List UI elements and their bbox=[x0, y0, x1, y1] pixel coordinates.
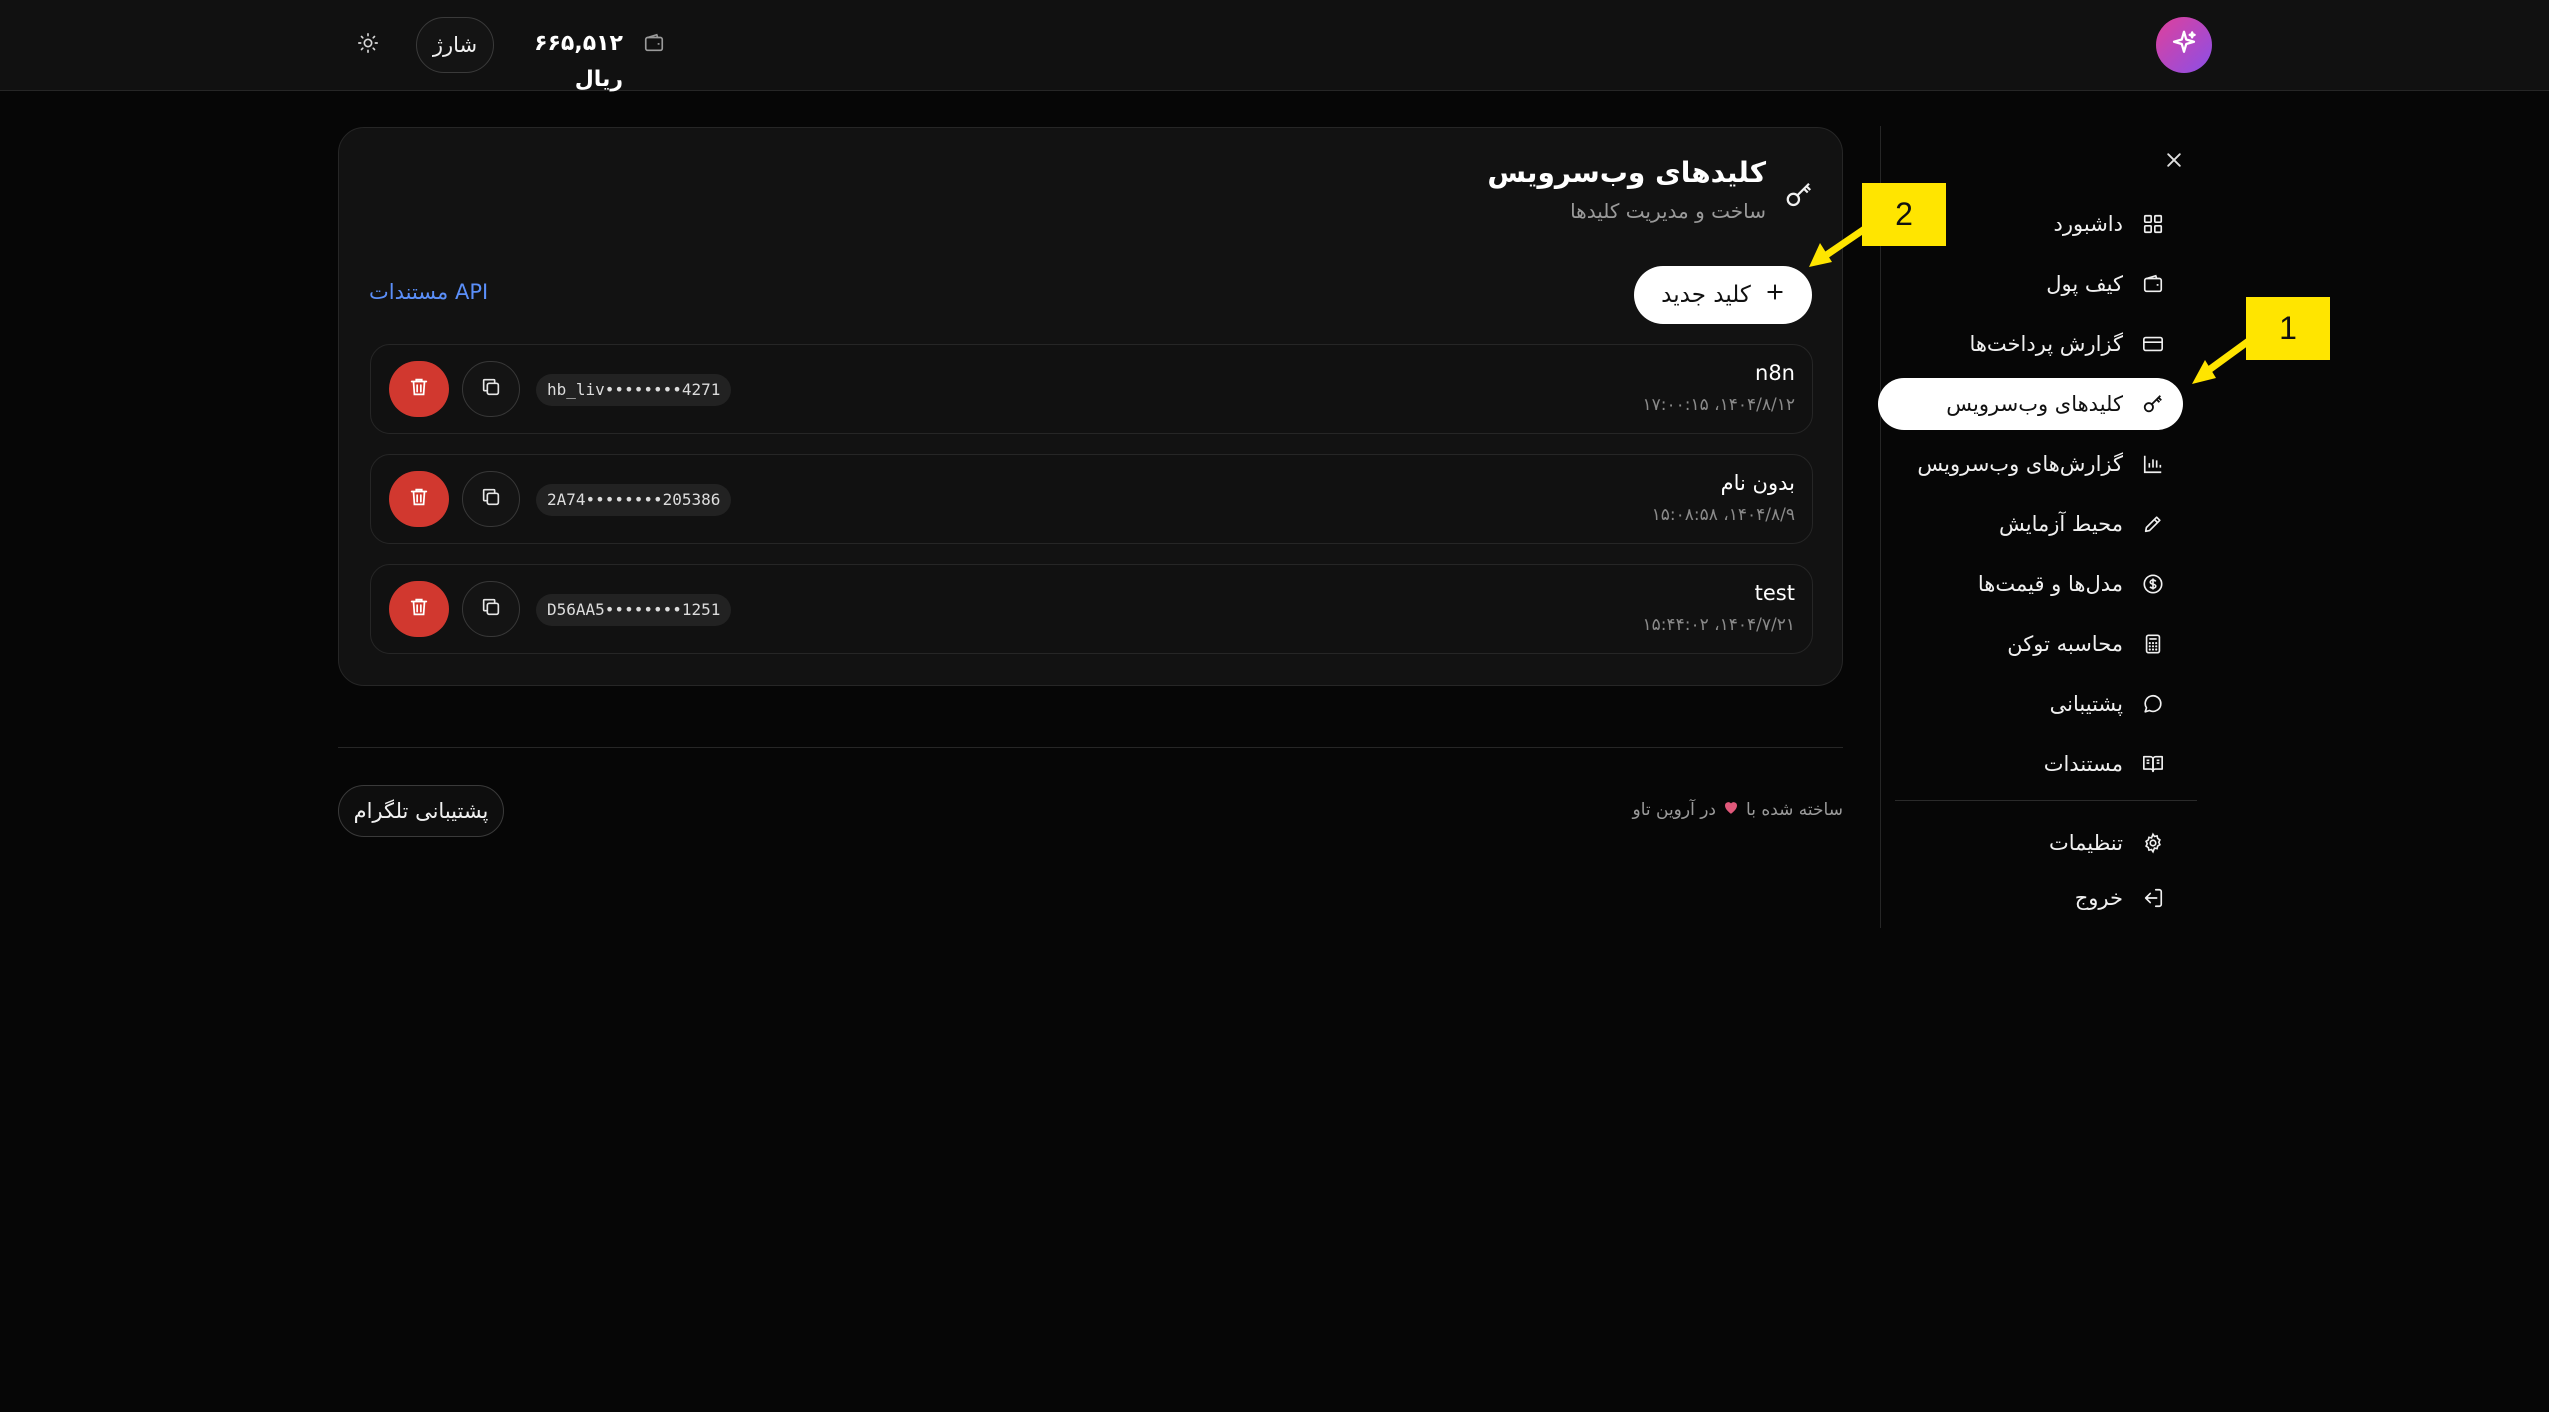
sidebar-item-api-keys[interactable]: کلیدهای وب‌سرویس bbox=[1878, 378, 2183, 430]
made-with-credit: ساخته شده با در آروین تاو bbox=[1632, 798, 1843, 821]
key-created-date: ۱۴۰۴/۸/۹، ۱۵:۰۸:۵۸ bbox=[1651, 505, 1795, 525]
delete-key-button[interactable] bbox=[389, 361, 449, 417]
made-with-suffix: در آروین تاو bbox=[1632, 799, 1717, 820]
made-with-prefix: ساخته شده با bbox=[1746, 799, 1843, 820]
key-row: test ۱۴۰۴/۷/۲۱، ۱۵:۴۴:۰۲ D56AA5••••••••1… bbox=[370, 564, 1813, 654]
credit-card-icon bbox=[2141, 332, 2165, 356]
wallet-icon bbox=[2141, 272, 2165, 296]
calculator-icon bbox=[2141, 632, 2165, 656]
delete-key-button[interactable] bbox=[389, 471, 449, 527]
logout-icon bbox=[2141, 886, 2165, 910]
sidebar-item-api-reports[interactable]: گزارش‌های وب‌سرویس bbox=[1878, 438, 2183, 490]
masked-key: 2A74••••••••205386 bbox=[536, 484, 732, 516]
copy-icon bbox=[480, 376, 502, 402]
sidebar-item-label: کیف پول bbox=[2046, 272, 2123, 296]
sidebar-item-label: گزارش‌های وب‌سرویس bbox=[1917, 452, 2123, 476]
copy-icon bbox=[480, 596, 502, 622]
sidebar-item-token-calculator[interactable]: محاسبه توکن bbox=[1878, 618, 2183, 670]
sidebar-item-wallet[interactable]: کیف پول bbox=[1878, 258, 2183, 310]
delete-key-button[interactable] bbox=[389, 581, 449, 637]
charge-button[interactable]: شارژ bbox=[416, 17, 494, 73]
copy-key-button[interactable] bbox=[462, 361, 520, 417]
callout-1: 1 bbox=[2246, 297, 2330, 360]
masked-key: hb_liv••••••••4271 bbox=[536, 374, 732, 406]
sidebar-item-settings[interactable]: تنظیمات bbox=[1878, 817, 2183, 869]
heart-icon bbox=[1722, 798, 1740, 821]
key-icon bbox=[1782, 178, 1816, 212]
sidebar-separator bbox=[1895, 800, 2197, 801]
callout-2: 2 bbox=[1862, 183, 1946, 246]
gear-icon bbox=[2141, 831, 2165, 855]
footer-separator bbox=[338, 747, 1843, 748]
dollar-circle-icon bbox=[2141, 572, 2165, 596]
key-row: n8n ۱۴۰۴/۸/۱۲، ۱۷:۰۰:۱۵ hb_liv••••••••42… bbox=[370, 344, 1813, 434]
api-docs-link[interactable]: مستندات API bbox=[369, 280, 488, 304]
key-icon bbox=[2141, 392, 2165, 416]
wallet-icon bbox=[641, 30, 667, 56]
page-title: کلیدهای وب‌سرویس bbox=[1487, 156, 1766, 189]
sidebar-item-docs[interactable]: مستندات bbox=[1878, 738, 2183, 790]
copy-key-button[interactable] bbox=[462, 581, 520, 637]
page-subtitle: ساخت و مدیریت کلیدها bbox=[1570, 199, 1766, 223]
sun-icon bbox=[357, 32, 379, 58]
new-key-label: کلید جدید bbox=[1661, 282, 1751, 308]
close-sidebar-button[interactable] bbox=[2158, 146, 2190, 178]
sidebar-item-logout[interactable]: خروج bbox=[1878, 872, 2183, 924]
trash-icon bbox=[408, 376, 430, 402]
sidebar-item-label: گزارش پرداخت‌ها bbox=[1969, 332, 2123, 356]
wallet-balance: ۶۶۵,۵۱۲ ریال bbox=[534, 31, 623, 92]
close-icon bbox=[2164, 150, 2184, 174]
sidebar-item-label: مستندات bbox=[2043, 752, 2123, 776]
sidebar-item-label: تنظیمات bbox=[2048, 831, 2123, 855]
key-row: بدون نام ۱۴۰۴/۸/۹، ۱۵:۰۸:۵۸ 2A74••••••••… bbox=[370, 454, 1813, 544]
sidebar-item-playground[interactable]: محیط آزمایش bbox=[1878, 498, 2183, 550]
sidebar-item-support[interactable]: پشتیبانی bbox=[1878, 678, 2183, 730]
masked-key: D56AA5••••••••1251 bbox=[536, 594, 732, 626]
theme-toggle-button[interactable] bbox=[350, 27, 386, 63]
sidebar-item-models-pricing[interactable]: مدل‌ها و قیمت‌ها bbox=[1878, 558, 2183, 610]
copy-icon bbox=[480, 486, 502, 512]
app-logo[interactable] bbox=[2156, 17, 2212, 73]
sparkle-icon bbox=[2169, 28, 2199, 62]
sidebar-item-label: خروج bbox=[2074, 886, 2123, 910]
dashboard-grid-icon bbox=[2141, 212, 2165, 236]
plus-icon bbox=[1765, 282, 1785, 308]
sidebar-item-label: محیط آزمایش bbox=[1999, 512, 2123, 536]
book-icon bbox=[2141, 752, 2165, 776]
telegram-support-button[interactable]: پشتیبانی تلگرام bbox=[338, 785, 504, 837]
chat-bubble-icon bbox=[2141, 692, 2165, 716]
sidebar-item-label: داشبورد bbox=[2053, 212, 2123, 236]
copy-key-button[interactable] bbox=[462, 471, 520, 527]
trash-icon bbox=[408, 596, 430, 622]
bar-chart-icon bbox=[2141, 452, 2165, 476]
arrow-1 bbox=[2192, 336, 2254, 384]
key-created-date: ۱۴۰۴/۷/۲۱، ۱۵:۴۴:۰۲ bbox=[1642, 615, 1795, 635]
sidebar-item-payment-reports[interactable]: گزارش پرداخت‌ها bbox=[1878, 318, 2183, 370]
new-key-button[interactable]: کلید جدید bbox=[1634, 266, 1812, 324]
sidebar-item-label: کلیدهای وب‌سرویس bbox=[1946, 392, 2123, 416]
sidebar-item-label: مدل‌ها و قیمت‌ها bbox=[1977, 572, 2123, 596]
sidebar-item-label: پشتیبانی bbox=[2049, 692, 2123, 716]
key-created-date: ۱۴۰۴/۸/۱۲، ۱۷:۰۰:۱۵ bbox=[1642, 395, 1795, 415]
key-name: بدون نام bbox=[1720, 471, 1795, 495]
trash-icon bbox=[408, 486, 430, 512]
key-name: n8n bbox=[1755, 361, 1795, 385]
sidebar-item-label: محاسبه توکن bbox=[2007, 632, 2123, 656]
pencil-icon bbox=[2141, 512, 2165, 536]
key-name: test bbox=[1754, 581, 1795, 605]
